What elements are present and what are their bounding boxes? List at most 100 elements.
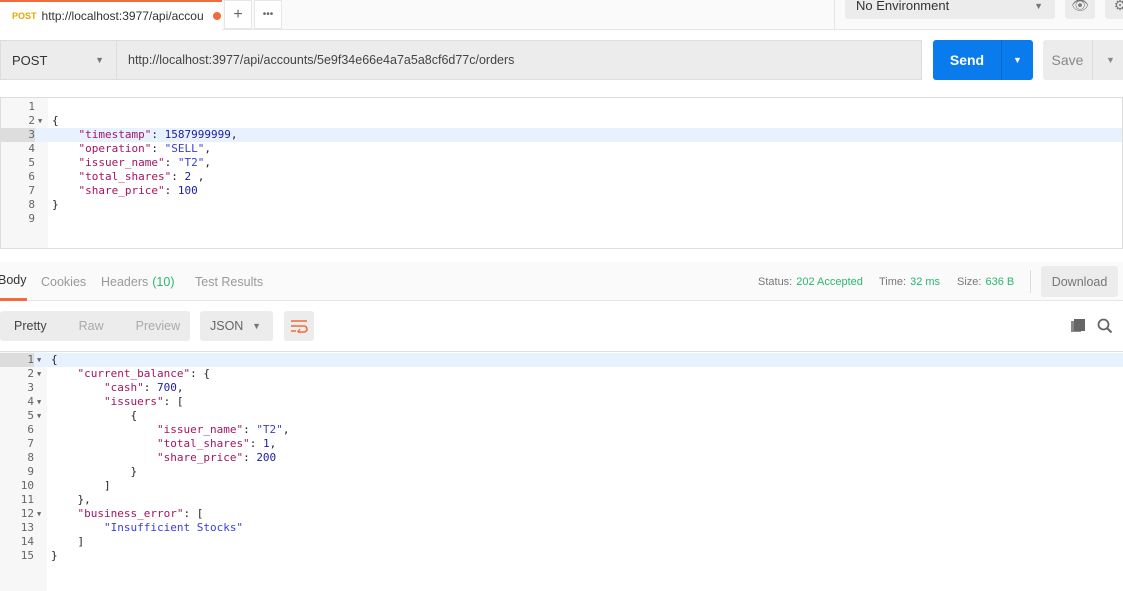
code-line[interactable]: 11 }, — [0, 493, 1123, 507]
url-bar: POST ▼ http://localhost:3977/api/accounts… — [0, 40, 922, 80]
tab-title: http://localhost:3977/api/accou — [41, 9, 204, 23]
eye-icon[interactable]: 👁 — [1065, 0, 1095, 19]
url-input[interactable]: http://localhost:3977/api/accounts/5e9f3… — [117, 41, 514, 79]
code-line[interactable]: 3 "timestamp": 1587999999, — [1, 128, 1122, 142]
json-punct: } — [52, 198, 59, 211]
status-info: Status: 202 Accepted — [758, 262, 863, 301]
code-line[interactable]: 7 "total_shares": 1, — [0, 437, 1123, 451]
code-line[interactable]: 9 — [1, 212, 1122, 226]
code-line[interactable]: 4 "operation": "SELL", — [1, 142, 1122, 156]
json-number: 1587999999 — [164, 128, 231, 141]
code-line[interactable]: 6 "total_shares": 2 , — [1, 170, 1122, 184]
json-number: 700 — [156, 381, 177, 394]
wrap-lines-button[interactable] — [284, 311, 314, 341]
code-text: }, — [51, 493, 90, 507]
tab-options-button[interactable]: ••• — [254, 0, 282, 29]
code-line[interactable]: 15} — [0, 549, 1123, 563]
wrap-icon — [291, 320, 308, 333]
tab-headers[interactable]: Headers (10) — [101, 262, 174, 301]
format-label: JSON — [210, 319, 244, 333]
line-number: 1 — [28, 100, 35, 113]
code-line[interactable]: 1 ▼ { — [0, 353, 1123, 367]
code-text: { — [51, 353, 58, 367]
json-key: "timestamp" — [78, 128, 152, 141]
status-label: Status: — [758, 275, 793, 288]
size-value[interactable]: 636 B — [985, 276, 1014, 288]
method-label: POST — [12, 52, 48, 68]
view-pretty[interactable]: Pretty — [0, 319, 47, 333]
code-line[interactable]: 14 ] — [0, 535, 1123, 549]
fold-toggle-icon[interactable]: ▼ — [37, 395, 41, 409]
json-punct — [51, 423, 157, 436]
code-line[interactable]: 8} — [1, 198, 1122, 212]
code-text: "timestamp": 1587999999, — [52, 128, 238, 142]
size-label: Size: — [957, 275, 982, 288]
json-punct: , — [204, 156, 211, 169]
tab-body[interactable]: Body — [0, 262, 27, 301]
code-line[interactable]: 6 "issuer_name": "T2", — [0, 423, 1123, 437]
line-number: 13 — [20, 521, 34, 534]
code-line[interactable]: 2 ▼ { — [1, 114, 1122, 128]
line-number: 6 — [27, 423, 34, 436]
response-body-viewer[interactable]: 1 ▼{2 ▼ "current_balance": {3 "cash": 700,… — [0, 351, 1123, 591]
line-number: 5 — [28, 156, 35, 169]
code-text: ] — [51, 535, 84, 549]
code-line[interactable]: 5 ▼ { — [0, 409, 1123, 423]
tab-test-results[interactable]: Test Results — [195, 262, 263, 301]
tab-cookies[interactable]: Cookies — [41, 262, 86, 301]
copy-icon[interactable] — [1071, 319, 1085, 336]
code-line[interactable]: 5 "issuer_name": "T2", — [1, 156, 1122, 170]
code-line[interactable]: 9 } — [0, 465, 1123, 479]
code-line[interactable]: 13 "Insufficient Stocks" — [0, 521, 1123, 535]
code-line[interactable]: 7 "share_price": 100 — [1, 184, 1122, 198]
json-key: "share_price" — [78, 184, 165, 197]
download-button[interactable]: Download — [1041, 266, 1118, 297]
view-preview[interactable]: Preview — [104, 319, 180, 333]
send-label[interactable]: Send — [933, 40, 1002, 80]
format-select[interactable]: JSON ▼ — [200, 311, 273, 341]
code-line[interactable]: 12 ▼ "business_error": [ — [0, 507, 1123, 521]
time-value[interactable]: 32 ms — [910, 276, 940, 288]
json-number: 100 — [177, 184, 198, 197]
fold-toggle-icon[interactable]: ▼ — [37, 367, 41, 381]
code-line[interactable]: 3 "cash": 700, — [0, 381, 1123, 395]
search-icon[interactable] — [1097, 318, 1113, 337]
line-number: 3 — [1, 128, 35, 142]
json-punct — [51, 507, 78, 520]
method-select[interactable]: POST ▼ — [1, 41, 117, 79]
line-number: 11 — [20, 493, 34, 506]
view-raw[interactable]: Raw — [47, 319, 104, 333]
environment-select[interactable]: No Environment ▼ — [845, 0, 1055, 19]
gear-icon[interactable]: ⚙ — [1105, 0, 1123, 19]
line-number: 3 — [27, 381, 34, 394]
save-button[interactable]: Save ▼ — [1043, 40, 1123, 80]
save-label[interactable]: Save — [1043, 40, 1093, 80]
request-tab[interactable]: POST http://localhost:3977/api/accou — [0, 0, 222, 30]
unsaved-dot-icon — [212, 12, 221, 20]
chevron-down-icon: ▼ — [95, 55, 104, 65]
json-punct: { — [51, 353, 58, 366]
code-text: "cash": 700, — [51, 381, 184, 395]
send-button[interactable]: Send ▼ — [933, 40, 1033, 80]
chevron-down-icon[interactable]: ▼ — [1093, 40, 1123, 80]
code-line[interactable]: 1 — [1, 100, 1122, 114]
code-text: "issuer_name": "T2", — [51, 423, 289, 437]
json-punct: : [ — [183, 507, 204, 520]
chevron-down-icon: ▼ — [252, 321, 261, 331]
fold-toggle-icon[interactable]: ▼ — [37, 507, 41, 521]
chevron-down-icon[interactable]: ▼ — [1002, 40, 1033, 80]
code-line[interactable]: 4 ▼ "issuers": [ — [0, 395, 1123, 409]
request-body-editor[interactable]: 1 2 ▼{3 "timestamp": 1587999999, 4 "operati… — [0, 97, 1123, 249]
fold-toggle-icon[interactable]: ▼ — [37, 409, 41, 423]
code-line[interactable]: 10 ] — [0, 479, 1123, 493]
tab-headers-label: Headers — [101, 274, 149, 289]
status-value[interactable]: 202 Accepted — [796, 276, 863, 288]
new-tab-button[interactable]: + — [224, 0, 252, 29]
code-line[interactable]: 2 ▼ "current_balance": { — [0, 367, 1123, 381]
code-line[interactable]: 8 "share_price": 200 — [0, 451, 1123, 465]
fold-toggle-icon[interactable]: ▼ — [37, 353, 41, 367]
fold-toggle-icon[interactable]: ▼ — [38, 114, 42, 128]
json-key: "total_shares" — [156, 437, 250, 450]
view-mode-group: Pretty Raw Preview — [0, 311, 190, 341]
json-punct: , — [269, 437, 277, 450]
